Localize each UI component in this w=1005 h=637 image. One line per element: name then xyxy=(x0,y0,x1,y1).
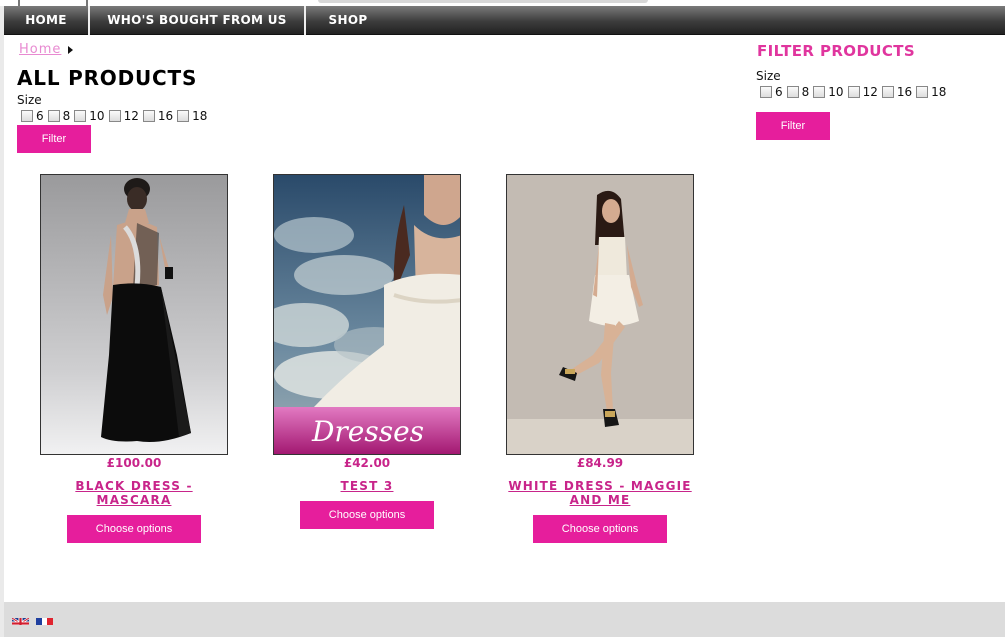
size-option-label: 12 xyxy=(123,109,139,123)
product-card: £84.99 WHITE DRESS - MAGGIE AND ME Choos… xyxy=(505,174,695,543)
product-name-link[interactable]: TEST 3 xyxy=(272,479,462,493)
main-content: Home ALL PRODUCTS Size 6 8 10 12 16 18 F… xyxy=(4,35,1005,602)
breadcrumb: Home xyxy=(19,42,74,57)
sidebar-size-options: 6 8 10 12 16 18 xyxy=(760,85,950,99)
sidebar-size-10-checkbox[interactable] xyxy=(813,86,826,98)
size-option-label: 10 xyxy=(828,85,844,99)
footer xyxy=(4,602,1005,637)
size-10-checkbox[interactable] xyxy=(74,110,87,122)
black-dress-image xyxy=(41,175,227,454)
size-label: Size xyxy=(17,93,42,107)
size-option-label: 8 xyxy=(62,109,71,123)
sidebar-size-6-checkbox[interactable] xyxy=(760,86,772,98)
france-flag-icon[interactable] xyxy=(36,614,53,625)
size-option-label: 12 xyxy=(862,85,878,99)
product-image[interactable] xyxy=(506,174,694,455)
product-price: £42.00 xyxy=(343,456,391,470)
choose-options-button[interactable]: Choose options xyxy=(300,501,434,529)
breadcrumb-home-link[interactable]: Home xyxy=(19,42,61,57)
product-card: £100.00 BLACK DRESS - MASCARA Choose opt… xyxy=(39,174,229,543)
dresses-banner-text: Dresses xyxy=(311,415,424,448)
product-card: Dresses £42.00 TEST 3 Choose options xyxy=(272,174,462,529)
sidebar-size-16-checkbox[interactable] xyxy=(881,86,894,98)
size-8-checkbox[interactable] xyxy=(47,110,60,122)
product-image[interactable] xyxy=(40,174,228,455)
sidebar-size-12-checkbox[interactable] xyxy=(847,86,860,98)
sidebar-filter-button[interactable]: Filter xyxy=(756,112,830,140)
size-option-label: 8 xyxy=(801,85,810,99)
size-option-label: 10 xyxy=(89,109,105,123)
size-filter: Size 6 8 10 12 16 18 Filter xyxy=(17,93,211,153)
filter-button[interactable]: Filter xyxy=(17,125,91,153)
main-nav: HOME WHO'S BOUGHT FROM US SHOP xyxy=(4,6,1005,35)
size-option-label: 16 xyxy=(896,85,913,99)
dresses-image: Dresses xyxy=(274,175,460,454)
sidebar-size-8-checkbox[interactable] xyxy=(786,86,799,98)
page-title: ALL PRODUCTS xyxy=(17,66,198,90)
choose-options-button[interactable]: Choose options xyxy=(67,515,201,543)
size-6-checkbox[interactable] xyxy=(21,110,33,122)
nav-home[interactable]: HOME xyxy=(4,6,88,35)
sidebar-size-label: Size xyxy=(756,69,781,83)
size-option-label: 6 xyxy=(775,85,783,99)
white-dress-image xyxy=(507,175,693,454)
size-options: 6 8 10 12 16 18 xyxy=(21,109,211,123)
sidebar-size-filter: Size 6 8 10 12 16 18 Filter xyxy=(756,69,950,140)
product-price: £84.99 xyxy=(576,456,624,470)
choose-options-button[interactable]: Choose options xyxy=(533,515,667,543)
product-price: £100.00 xyxy=(106,456,162,470)
size-option-label: 18 xyxy=(931,85,947,99)
nav-whos-bought[interactable]: WHO'S BOUGHT FROM US xyxy=(90,6,304,35)
size-option-label: 18 xyxy=(192,109,208,123)
size-option-label: 6 xyxy=(36,109,44,123)
sidebar-size-18-checkbox[interactable] xyxy=(916,86,929,98)
product-name-link[interactable]: BLACK DRESS - MASCARA xyxy=(39,479,229,507)
size-16-checkbox[interactable] xyxy=(142,110,155,122)
breadcrumb-arrow-icon xyxy=(68,45,74,54)
size-option-label: 16 xyxy=(157,109,174,123)
nav-shop[interactable]: SHOP xyxy=(306,6,390,35)
search-bar-fragment xyxy=(318,0,648,3)
product-name-link[interactable]: WHITE DRESS - MAGGIE AND ME xyxy=(505,479,695,507)
uk-flag-icon[interactable] xyxy=(12,614,29,625)
product-image[interactable]: Dresses xyxy=(273,174,461,455)
filter-products-heading: FILTER PRODUCTS xyxy=(757,42,916,60)
size-18-checkbox[interactable] xyxy=(177,110,190,122)
size-12-checkbox[interactable] xyxy=(108,110,121,122)
